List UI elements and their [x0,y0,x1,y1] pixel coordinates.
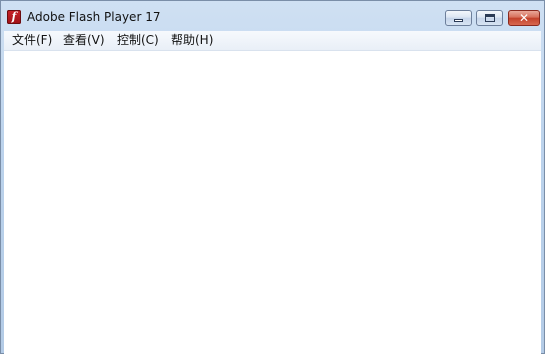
maximize-button[interactable] [476,10,503,26]
player-content-area[interactable] [4,51,541,355]
menu-control[interactable]: 控制(C) [117,33,159,48]
title-bar[interactable]: f Adobe Flash Player 17 ✕ [1,1,544,31]
flash-icon[interactable]: f [7,10,21,24]
close-icon: ✕ [518,11,530,25]
window-title: Adobe Flash Player 17 [27,10,161,24]
menu-help[interactable]: 帮助(H) [171,33,213,48]
menu-view[interactable]: 查看(V) [63,33,105,48]
minimize-button[interactable] [445,10,472,26]
menu-bar: 文件(F) 查看(V) 控制(C) 帮助(H) [4,31,541,51]
app-window: f Adobe Flash Player 17 ✕ 文件(F) 查看(V) 控制… [0,0,545,355]
maximize-icon [485,14,495,22]
menu-file[interactable]: 文件(F) [12,33,52,48]
close-button[interactable]: ✕ [508,10,540,26]
minimize-icon [454,19,463,22]
